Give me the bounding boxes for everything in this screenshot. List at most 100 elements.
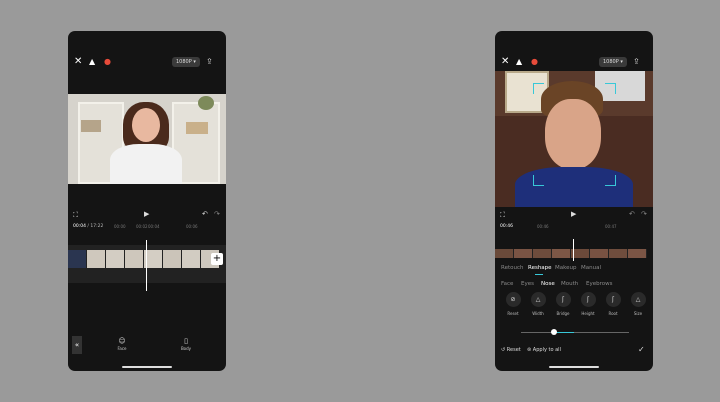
add-clip-button[interactable]: + [211,253,223,265]
flame-icon[interactable]: ● [531,57,538,66]
feature-height[interactable]: ʃ Height [578,292,598,316]
ruler-tick: 00:46 [537,224,549,229]
feature-label: Height [581,311,595,316]
face-focus-corner [605,83,616,94]
feature-root[interactable]: ʃ Root [603,292,623,316]
export-icon[interactable]: ⇪ [633,57,640,66]
face-focus-corner [533,175,544,186]
tab-manual[interactable]: Manual [581,265,601,271]
feature-label: Reset [507,311,519,316]
resolution-dropdown[interactable]: 1080P ▾ [599,57,627,67]
fullscreen-icon[interactable]: ⛶ [500,211,505,220]
clip-thumbnail [163,250,182,268]
clip-thumbnail [106,250,125,268]
clip-thumbnail [87,250,106,268]
nose-width-icon: △ [530,292,546,307]
person-body [110,144,182,184]
person-face [545,99,601,169]
subtab-mouth[interactable]: Mouth [561,281,578,287]
ruler-tick: 00:06 [186,224,198,229]
nose-bridge-icon: ʃ [555,292,571,307]
timecode: 00:46 [500,224,513,229]
clip-thumbnail [182,250,201,268]
tool-face[interactable]: ☺ Face [112,337,132,351]
tool-face-label: Face [117,346,127,351]
feature-label: Width [532,311,544,316]
clip-thumbnail [533,249,552,258]
subtab-eyes[interactable]: Eyes [521,281,534,287]
clip-thumbnail [125,250,144,268]
playhead[interactable] [573,239,574,261]
ruler-tick: 00:04 [148,224,160,229]
export-icon[interactable]: ⇪ [206,57,213,66]
reset-icon: ↺ [501,347,506,353]
reset-label: Reset [506,347,521,353]
feature-width[interactable]: △ Width [528,292,548,316]
intensity-slider-thumb[interactable] [551,329,557,335]
feature-reset[interactable]: ⊘ Reset [503,292,523,316]
feature-label: Root [608,311,618,316]
video-clip-strip[interactable] [68,250,220,268]
ruler-tick: 00:47 [605,224,617,229]
flame-icon[interactable]: ● [104,57,111,66]
collapse-button[interactable]: « [72,336,82,354]
undo-icon[interactable]: ↶ [629,210,635,218]
fullscreen-icon[interactable]: ⛶ [73,211,78,220]
intensity-slider-track[interactable] [521,332,629,333]
template-icon[interactable]: ▲ [89,57,95,66]
video-preview [495,71,653,207]
reset-icon: ⊘ [505,292,521,307]
apply-to-all-button[interactable]: ⊜ Apply to all [527,347,561,353]
active-tab-underline [535,274,543,275]
tab-makeup[interactable]: Makeup [555,265,576,271]
tab-reshape[interactable]: Reshape [528,265,552,271]
feature-bridge[interactable]: ʃ Bridge [553,292,573,316]
books [81,120,101,132]
tool-body[interactable]: ▯ Body [176,337,196,351]
play-icon[interactable]: ▶ [571,210,576,218]
clip-thumbnail [514,249,533,258]
tool-body-label: Body [180,346,192,351]
video-clip-strip[interactable] [495,249,647,258]
clip-thumbnail [609,249,628,258]
feature-label: Size [633,311,643,316]
confirm-checkmark-icon[interactable]: ✓ [638,345,645,354]
playhead[interactable] [146,240,147,291]
home-indicator [549,366,599,368]
feature-size[interactable]: △ Size [628,292,648,316]
face-icon: ☺ [118,337,126,345]
home-indicator [122,366,172,368]
redo-icon[interactable]: ↷ [214,210,220,218]
play-icon[interactable]: ▶ [144,210,149,218]
body-icon: ▯ [184,337,188,345]
ruler-tick: 00:02 [136,224,148,229]
reset-button[interactable]: ↺ Reset [501,347,521,353]
clip-thumbnail [590,249,609,258]
plant [198,96,214,110]
clip-thumbnail [68,250,87,268]
person-face [132,108,160,142]
books [186,122,208,134]
clip-thumbnail [495,249,514,258]
tab-retouch[interactable]: Retouch [501,265,523,271]
timecode: 00:04 / 17:22 [73,224,104,229]
clip-thumbnail [628,249,647,258]
subtab-face[interactable]: Face [501,281,513,287]
redo-icon[interactable]: ↷ [641,210,647,218]
apply-all-label: Apply to all [532,347,561,353]
face-focus-corner [605,175,616,186]
template-icon[interactable]: ▲ [516,57,522,66]
feature-label: Bridge [556,311,570,316]
close-icon[interactable]: ✕ [74,56,82,67]
phone-right: ✕ ▲ ● 1080P ▾ ⇪ ⛶ ▶ ↶ ↷ 00:46 00:46 00:4… [495,31,653,371]
nose-root-icon: ʃ [605,292,621,307]
resolution-dropdown[interactable]: 1080P ▾ [172,57,200,67]
phone-left: ✕ ▲ ● 1080P ▾ ⇪ ⛶ ▶ ↶ ↷ 00:04 / 17:22 00… [68,31,226,371]
close-icon[interactable]: ✕ [501,56,509,67]
subtab-nose[interactable]: Nose [541,281,555,287]
undo-icon[interactable]: ↶ [202,210,208,218]
nose-height-icon: ʃ [580,292,596,307]
clip-thumbnail [552,249,571,258]
subtab-eyebrows[interactable]: Eyebrows [586,281,612,287]
apply-all-icon: ⊜ [527,347,532,353]
